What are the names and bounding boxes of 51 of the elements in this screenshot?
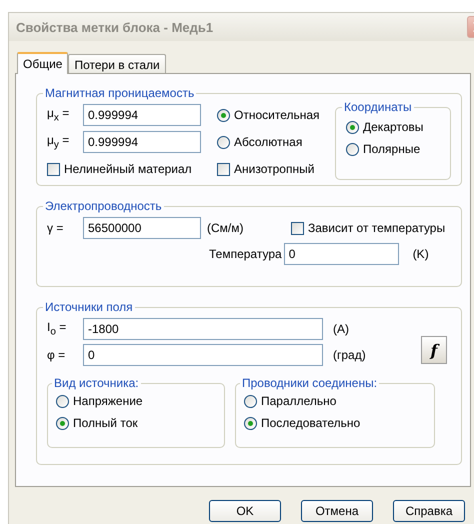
- field-label: μ$_{x}$ =: [47, 106, 70, 124]
- group-title: Электропроводность: [44, 199, 163, 213]
- radio-button[interactable]: [244, 416, 257, 430]
- radio-label: Полярные: [363, 142, 420, 156]
- radio-button[interactable]: [217, 108, 230, 122]
- radio-label: Напряжение: [73, 394, 143, 408]
- radio-button[interactable]: [244, 394, 257, 408]
- input-field[interactable]: 0: [83, 344, 323, 366]
- group-title: Проводники соединены:: [241, 376, 378, 390]
- radio-button[interactable]: [217, 136, 230, 148]
- unit-label: (K): [412, 247, 429, 261]
- dialog-button[interactable]: OK: [209, 500, 281, 522]
- input-field[interactable]: 0.999994: [83, 104, 201, 126]
- checkbox-label: Анизотропный: [234, 162, 314, 176]
- field-label: φ =: [47, 348, 66, 362]
- input-field[interactable]: 0.999994: [83, 131, 201, 153]
- radio-label: Декартовы: [363, 120, 424, 134]
- field-label: I$_{o}$ =: [47, 320, 68, 338]
- checkbox[interactable]: [47, 162, 60, 176]
- group-title: Координаты: [343, 100, 413, 114]
- tab[interactable]: Общие: [17, 52, 68, 74]
- unit-label: (A): [333, 322, 349, 336]
- group-title: Вид источника:: [53, 376, 140, 390]
- radio-button[interactable]: [56, 394, 69, 408]
- field-label: γ =: [47, 221, 64, 235]
- checkbox[interactable]: [291, 222, 304, 234]
- input-field[interactable]: 0: [284, 243, 399, 265]
- dialog-button[interactable]: Отмена: [301, 500, 373, 522]
- radio-label: Относительная: [234, 108, 320, 122]
- radio-button[interactable]: [346, 142, 359, 156]
- window-title: Свойства метки блока - Медь1: [16, 20, 214, 34]
- checkbox-label: Нелинейный материал: [64, 162, 192, 176]
- group-title: Магнитная проницаемость: [44, 86, 196, 100]
- radio-label: Последовательно: [261, 416, 360, 430]
- group-title: Источники поля: [44, 300, 134, 314]
- checkbox-label: Зависит от температуры: [308, 221, 446, 235]
- radio-label: Параллельно: [261, 394, 336, 408]
- input-field[interactable]: -1800: [83, 318, 323, 340]
- radio-label: Полный ток: [73, 416, 138, 430]
- field-label: μ$_{y}$ =: [47, 133, 70, 151]
- unit-label: (град): [333, 348, 366, 362]
- radio-button[interactable]: [346, 120, 359, 134]
- radio-button[interactable]: [56, 416, 69, 430]
- unit-label: (См/м): [207, 221, 244, 235]
- dialog-button[interactable]: Справка: [393, 500, 465, 522]
- tab[interactable]: Потери в стали: [68, 54, 166, 73]
- radio-label: Абсолютная: [234, 135, 302, 149]
- field-label: Температура: [209, 247, 282, 261]
- function-button[interactable]: f: [421, 336, 447, 364]
- input-field[interactable]: 56500000: [83, 217, 201, 239]
- checkbox[interactable]: [217, 162, 230, 176]
